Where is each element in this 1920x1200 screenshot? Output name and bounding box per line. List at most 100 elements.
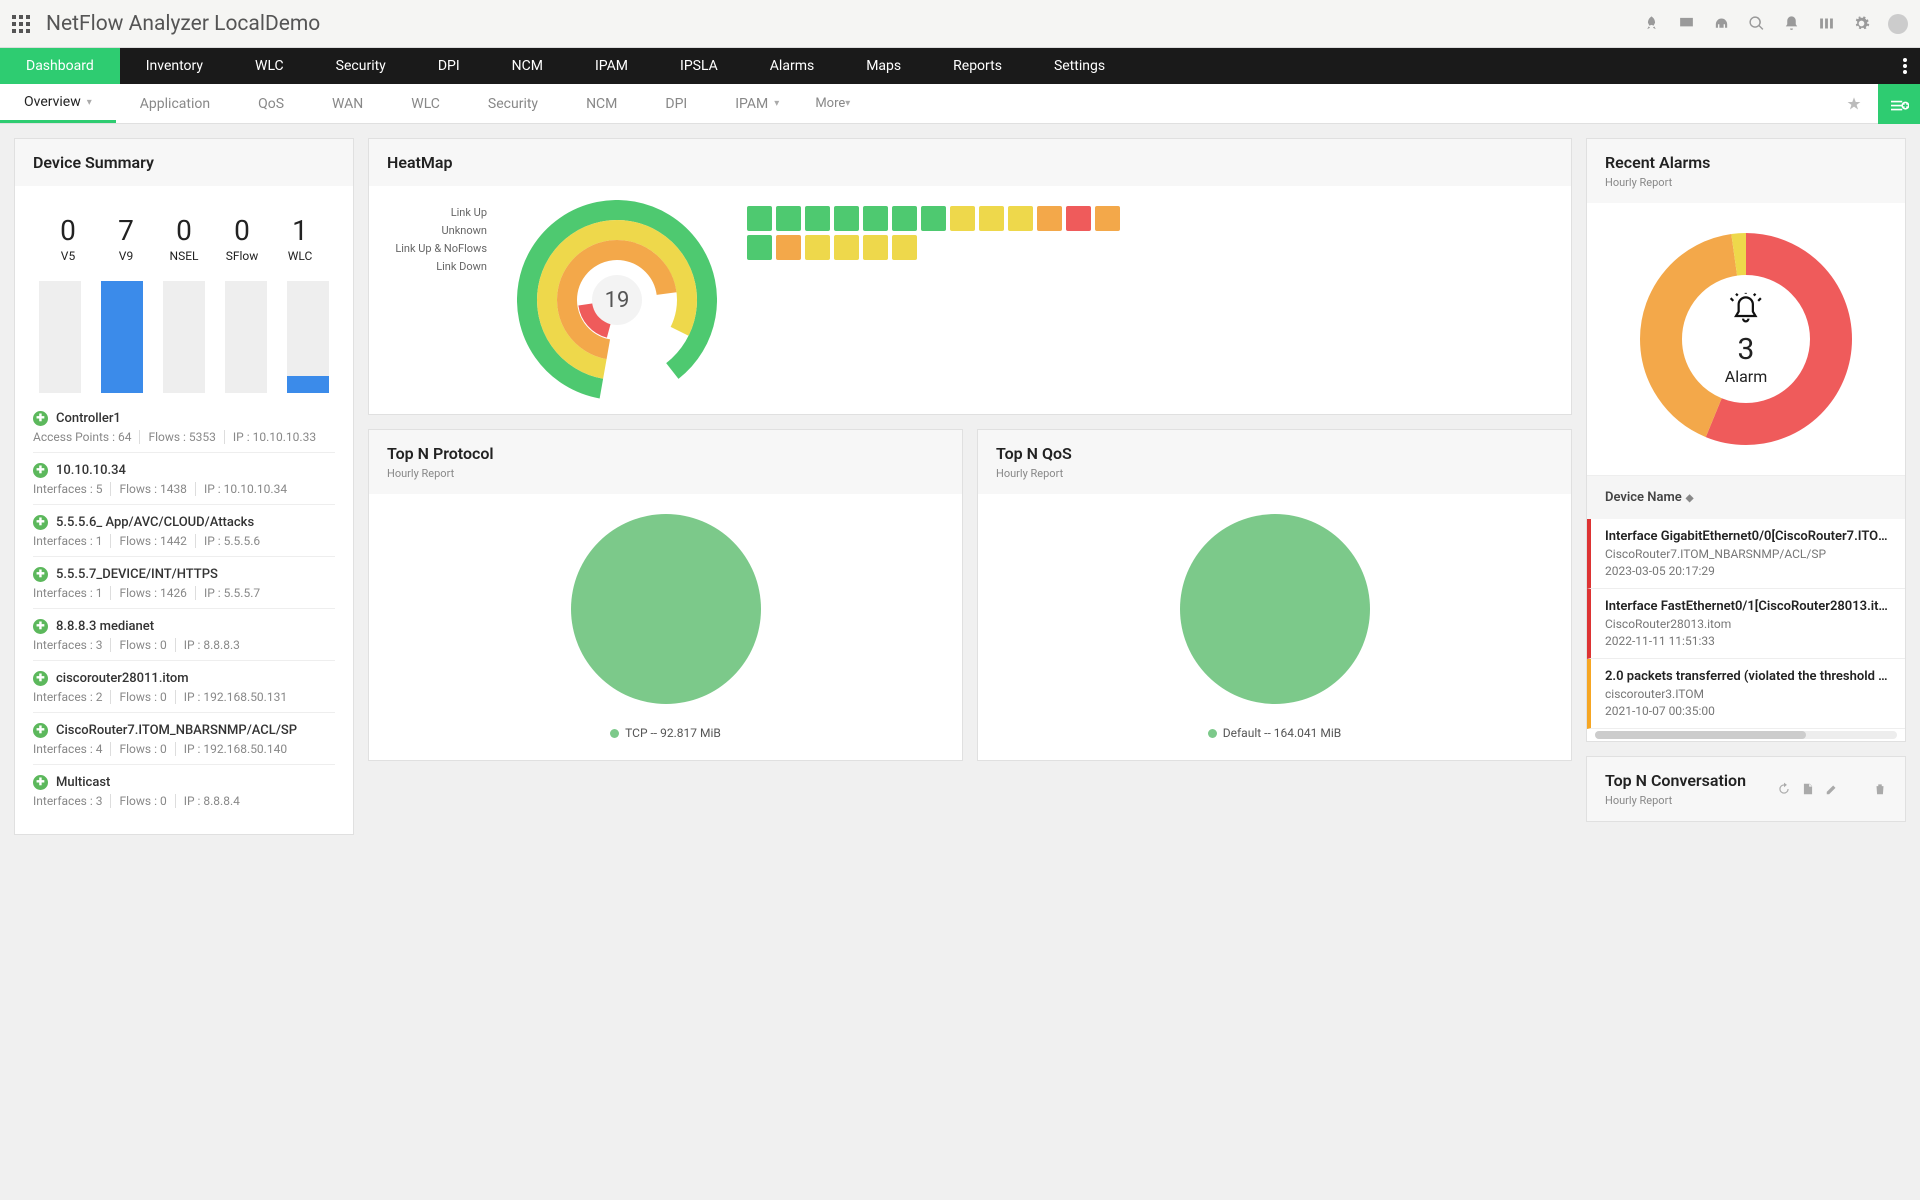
headset-icon[interactable] xyxy=(1713,15,1730,32)
subnav-ipam[interactable]: IPAM▾ xyxy=(711,84,803,123)
subnav-wan[interactable]: WAN xyxy=(308,84,387,123)
heatmap-cell[interactable] xyxy=(863,206,888,231)
heatmap-cell[interactable] xyxy=(1037,206,1062,231)
heatmap-cell[interactable] xyxy=(1095,206,1120,231)
nav-ipsla[interactable]: IPSLA xyxy=(654,48,744,84)
heatmap-cell[interactable] xyxy=(747,235,772,260)
search-icon[interactable] xyxy=(1748,15,1765,32)
device-list-item[interactable]: ✚10.10.10.34Interfaces : 5Flows : 1438IP… xyxy=(33,452,335,504)
summary-value: 1 xyxy=(271,214,329,247)
refresh-icon[interactable] xyxy=(1777,782,1791,796)
user-avatar[interactable] xyxy=(1888,14,1908,34)
summary-value: 0 xyxy=(155,214,213,247)
nav-alarms[interactable]: Alarms xyxy=(744,48,840,84)
nav-ncm[interactable]: NCM xyxy=(486,48,569,84)
gear-icon[interactable] xyxy=(1853,15,1870,32)
device-list-item[interactable]: ✚5.5.5.6_ App/AVC/CLOUD/AttacksInterface… xyxy=(33,504,335,556)
subnav: Overview▾ Application QoS WAN WLC Securi… xyxy=(0,84,1920,124)
edit-icon[interactable] xyxy=(1825,782,1839,796)
subnav-more[interactable]: More ▾ xyxy=(803,96,862,111)
heatmap-cell[interactable] xyxy=(776,235,801,260)
subnav-security[interactable]: Security xyxy=(464,84,562,123)
subnav-qos[interactable]: QoS xyxy=(234,84,308,123)
subnav-dpi[interactable]: DPI xyxy=(641,84,711,123)
nav-dashboard[interactable]: Dashboard xyxy=(0,48,120,84)
heatmap-cell[interactable] xyxy=(892,235,917,260)
close-icon[interactable] xyxy=(1849,782,1863,796)
heatmap-grid xyxy=(747,200,1127,260)
status-up-icon: ✚ xyxy=(33,671,48,686)
summary-label: WLC xyxy=(271,249,329,263)
qos-pie xyxy=(1180,514,1370,704)
heatmap-cell[interactable] xyxy=(834,235,859,260)
subnav-ncm[interactable]: NCM xyxy=(562,84,641,123)
layout-icon[interactable] xyxy=(1818,15,1835,32)
alarm-device: CiscoRouter7.ITOM_NBARSNMP/ACL/SP xyxy=(1605,547,1891,561)
nav-kebab-icon[interactable] xyxy=(1890,48,1920,84)
nav-wlc[interactable]: WLC xyxy=(229,48,310,84)
widget-title: HeatMap xyxy=(387,153,1553,172)
alarm-time: 2022-11-11 11:51:33 xyxy=(1605,634,1891,648)
bell-icon[interactable] xyxy=(1783,15,1800,32)
nav-reports[interactable]: Reports xyxy=(927,48,1028,84)
heatmap-cell[interactable] xyxy=(979,206,1004,231)
device-list-item[interactable]: ✚5.5.5.7_DEVICE/INT/HTTPSInterfaces : 1F… xyxy=(33,556,335,608)
donut-label: Alarm xyxy=(1725,367,1767,386)
add-widget-button[interactable] xyxy=(1878,84,1920,124)
heatmap-cell[interactable] xyxy=(1066,206,1091,231)
device-meta: Interfaces : 4Flows : 0IP : 192.168.50.1… xyxy=(33,742,335,756)
delete-icon[interactable] xyxy=(1873,782,1887,796)
alarms-table-header[interactable]: Device Name◆ xyxy=(1587,475,1905,519)
device-list-item[interactable]: ✚Controller1Access Points : 64Flows : 53… xyxy=(33,401,335,452)
nav-dpi[interactable]: DPI xyxy=(412,48,486,84)
device-meta: Interfaces : 5Flows : 1438IP : 10.10.10.… xyxy=(33,482,335,496)
heatmap-cell[interactable] xyxy=(805,206,830,231)
device-summary-widget: Device Summary 0V57V90NSEL0SFlow1WLC ✚Co… xyxy=(14,138,354,835)
heatmap-cell[interactable] xyxy=(1008,206,1033,231)
heatmap-cell[interactable] xyxy=(950,206,975,231)
device-list-item[interactable]: ✚CiscoRouter7.ITOM_NBARSNMP/ACL/SPInterf… xyxy=(33,712,335,764)
device-list-item[interactable]: ✚ciscorouter28011.itomInterfaces : 2Flow… xyxy=(33,660,335,712)
subnav-application[interactable]: Application xyxy=(116,84,234,123)
heatmap-cell[interactable] xyxy=(805,235,830,260)
nav-security[interactable]: Security xyxy=(310,48,412,84)
heatmap-cell[interactable] xyxy=(863,235,888,260)
device-list-item[interactable]: ✚MulticastInterfaces : 3Flows : 0IP : 8.… xyxy=(33,764,335,816)
nav-ipam[interactable]: IPAM xyxy=(569,48,654,84)
device-meta: Interfaces : 1Flows : 1442IP : 5.5.5.6 xyxy=(33,534,335,548)
legend-item: Unknown xyxy=(387,222,487,240)
heatmap-cell[interactable] xyxy=(834,206,859,231)
heatmap-cell[interactable] xyxy=(747,206,772,231)
rocket-icon[interactable] xyxy=(1643,15,1660,32)
nav-maps[interactable]: Maps xyxy=(840,48,927,84)
nav-inventory[interactable]: Inventory xyxy=(120,48,229,84)
legend-item: Link Down xyxy=(387,258,487,276)
status-up-icon: ✚ xyxy=(33,463,48,478)
heatmap-cell[interactable] xyxy=(921,206,946,231)
subnav-label: Overview xyxy=(24,94,81,110)
subnav-wlc[interactable]: WLC xyxy=(387,84,464,123)
summary-value: 7 xyxy=(97,214,155,247)
widget-title: Top N Conversation xyxy=(1605,771,1746,790)
summary-label: V9 xyxy=(97,249,155,263)
export-icon[interactable] xyxy=(1801,782,1815,796)
star-icon[interactable] xyxy=(1846,96,1862,112)
widget-subtitle: Hourly Report xyxy=(387,467,944,480)
device-meta: Interfaces : 3Flows : 0IP : 8.8.8.3 xyxy=(33,638,335,652)
summary-label: NSEL xyxy=(155,249,213,263)
heatmap-radial-chart: 19 xyxy=(517,200,717,400)
device-list-item[interactable]: ✚8.8.8.3 medianetInterfaces : 3Flows : 0… xyxy=(33,608,335,660)
status-up-icon: ✚ xyxy=(33,619,48,634)
summary-bar xyxy=(39,281,81,393)
heatmap-cell[interactable] xyxy=(776,206,801,231)
apps-icon[interactable] xyxy=(12,15,30,33)
subnav-overview[interactable]: Overview▾ xyxy=(0,84,116,123)
heatmap-cell[interactable] xyxy=(892,206,917,231)
summary-bar xyxy=(163,281,205,393)
alarm-row[interactable]: Interface FastEthernet0/1[CiscoRouter280… xyxy=(1587,589,1905,659)
alarm-row[interactable]: 2.0 packets transferred (violated the th… xyxy=(1587,659,1905,729)
presentation-icon[interactable] xyxy=(1678,15,1695,32)
alarm-row[interactable]: Interface GigabitEthernet0/0[CiscoRouter… xyxy=(1587,519,1905,589)
horizontal-scrollbar[interactable] xyxy=(1595,731,1897,739)
nav-settings[interactable]: Settings xyxy=(1028,48,1131,84)
